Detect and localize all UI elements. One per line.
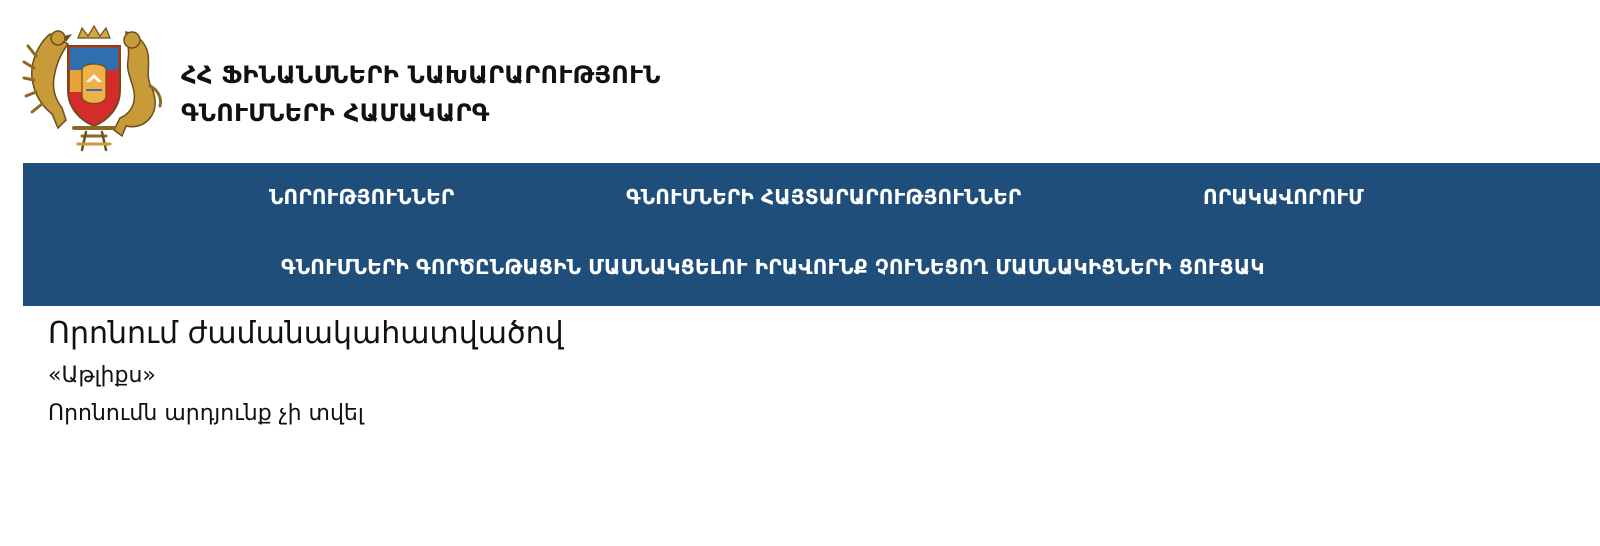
- nav-item-procurement-announcements[interactable]: ԳՆՈՒՄՆԵՐԻ ՀԱՅՏԱՐԱՐՈՒԹՅՈՒՆՆԵՐ: [626, 185, 1021, 209]
- organization-name: ՀՀ ՖԻՆԱՆՍՆԵՐԻ ՆԱԽԱՐԱՐՈՒԹՅՈՒՆ ԳՆՈՒՄՆԵՐԻ Հ…: [181, 56, 661, 132]
- search-query-text: «Աթլիքս»: [48, 363, 156, 388]
- nav-item-banned-participants-list[interactable]: ԳՆՈՒՄՆԵՐԻ ԳՈՐԾԸՆԹԱՑԻՆ ՄԱՍՆԱԿՑԵԼՈՒ ԻՐԱՎՈՒ…: [281, 255, 1265, 279]
- page-title: Որոնում ժամանակահատվածով: [48, 316, 564, 351]
- main-navigation: ՆՈՐՈՒԹՅՈՒՆՆԵՐ ԳՆՈՒՄՆԵՐԻ ՀԱՅՏԱՐԱՐՈՒԹՅՈՒՆՆ…: [23, 163, 1600, 306]
- org-name-line1: ՀՀ ՖԻՆԱՆՍՆԵՐԻ ՆԱԽԱՐԱՐՈՒԹՅՈՒՆ: [181, 61, 661, 89]
- nav-item-news[interactable]: ՆՈՐՈՒԹՅՈՒՆՆԵՐ: [269, 185, 454, 209]
- site-header: ՀՀ ՖԻՆԱՆՍՆԵՐԻ ՆԱԽԱՐԱՐՈՒԹՅՈՒՆ ԳՆՈՒՄՆԵՐԻ Հ…: [0, 0, 1600, 163]
- search-result-message: Որոնումն արդյունք չի տվել: [48, 401, 364, 426]
- nav-item-qualification[interactable]: ՈՐԱԿԱՎՈՐՈՒՄ: [1203, 185, 1364, 209]
- armenia-coat-of-arms-icon[interactable]: [22, 16, 166, 156]
- org-name-line2: ԳՆՈՒՄՆԵՐԻ ՀԱՄԱԿԱՐԳ: [181, 99, 490, 127]
- main-content: Որոնում ժամանակահատվածով «Աթլիքս» Որոնու…: [48, 314, 564, 430]
